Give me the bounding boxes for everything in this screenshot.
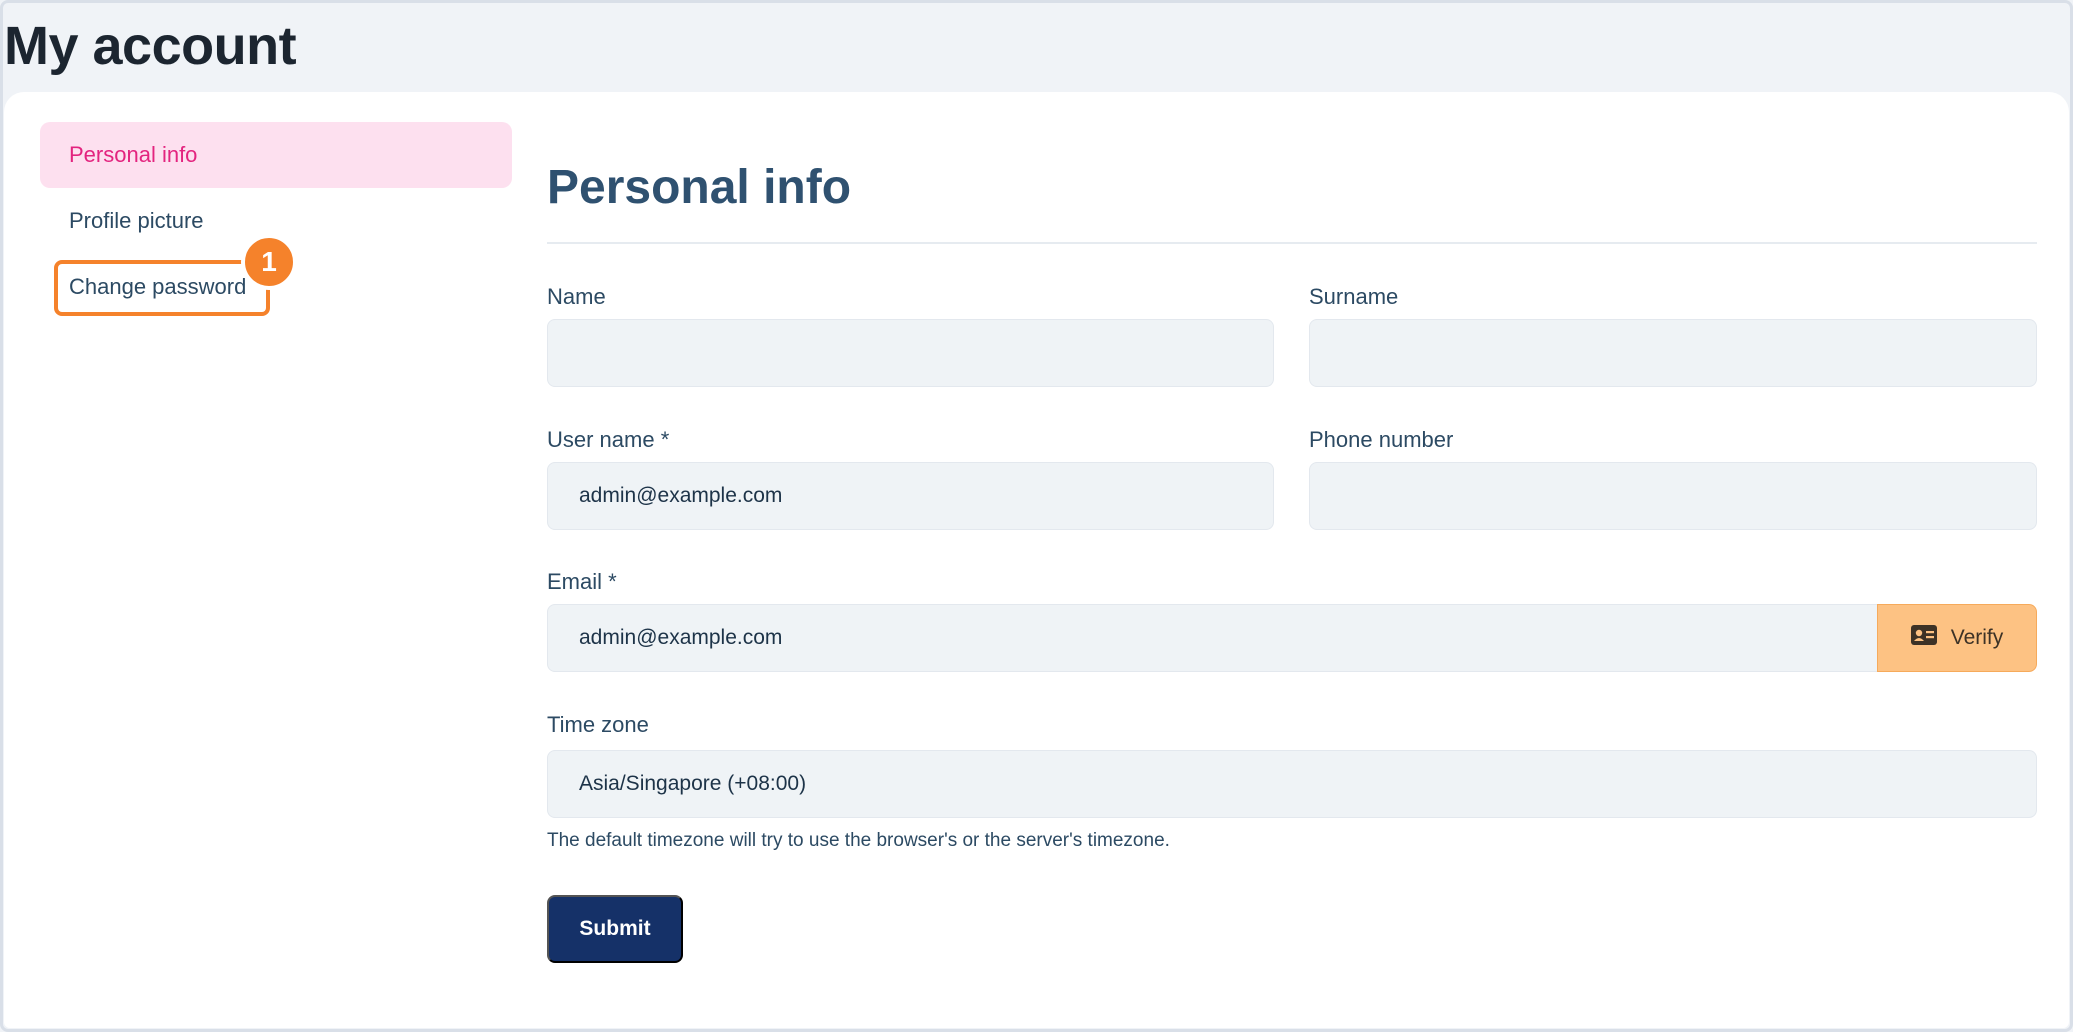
timezone-label: Time zone — [547, 712, 649, 737]
surname-input[interactable] — [1309, 319, 2037, 387]
phone-label: Phone number — [1309, 427, 1454, 452]
divider — [547, 242, 2037, 244]
verify-label: Verify — [1950, 626, 2004, 649]
verify-button[interactable]: Verify — [1877, 604, 2037, 672]
name-label: Name — [547, 284, 606, 309]
username-label: User name * — [547, 427, 670, 452]
timezone-help-text: The default timezone will try to use the… — [547, 830, 1170, 851]
account-card: Personal info Profile picture Change pas… — [4, 92, 2069, 1028]
id-card-icon — [1910, 625, 1937, 651]
step-badge: 1 — [241, 234, 297, 290]
username-input[interactable]: admin@example.com — [547, 462, 1274, 530]
timezone-select[interactable]: Asia/Singapore (+08:00) — [547, 750, 2037, 818]
page-header: My account — [4, 0, 297, 92]
submit-button[interactable]: Submit — [547, 895, 683, 963]
email-label: Email * — [547, 569, 617, 594]
email-input[interactable]: admin@example.com — [547, 604, 1878, 672]
name-input[interactable] — [547, 319, 1274, 387]
surname-label: Surname — [1309, 284, 1399, 309]
sidebar-item-personal-info[interactable]: Personal info — [40, 122, 512, 188]
change-password-highlight — [54, 260, 270, 316]
page-title: My account — [4, 16, 297, 76]
section-title: Personal info — [547, 161, 852, 214]
phone-input[interactable] — [1309, 462, 2037, 530]
